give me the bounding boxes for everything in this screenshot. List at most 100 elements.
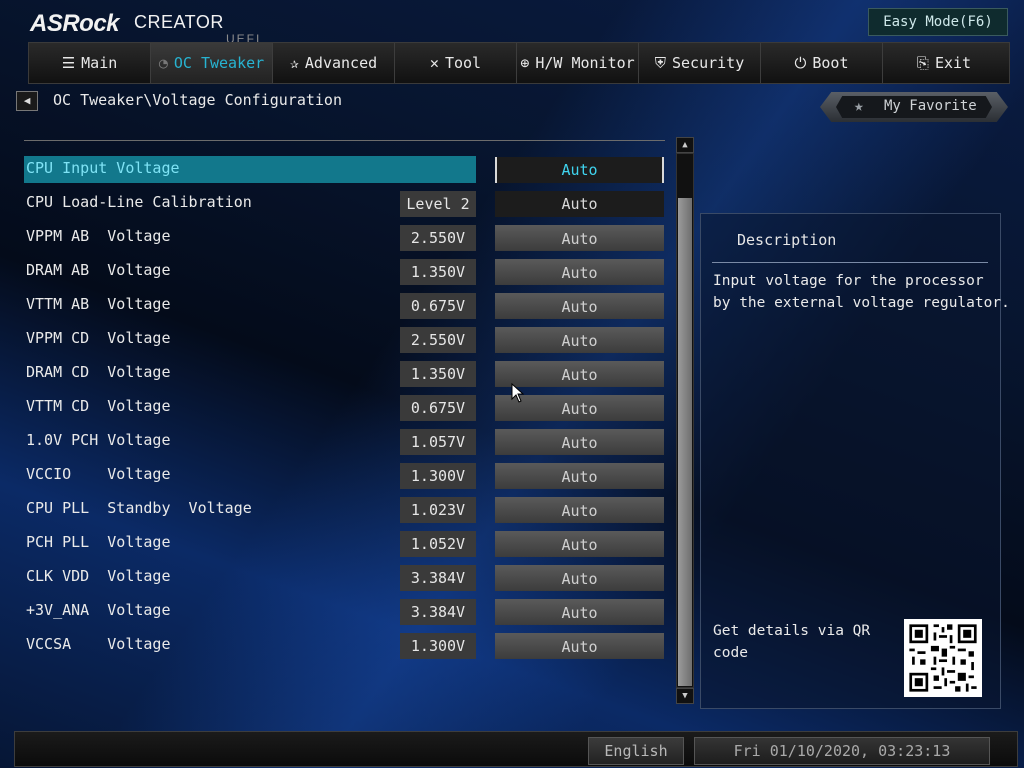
meter-icon: ◔ [158, 54, 168, 72]
setting-row-vppm-cd[interactable]: VPPM CD Voltage 2.550V Auto [24, 325, 665, 353]
setting-name: VTTM CD Voltage [26, 397, 171, 415]
breadcrumb: OC Tweaker\Voltage Configuration [53, 91, 342, 109]
setting-value-selector[interactable]: Auto [495, 293, 664, 319]
setting-current-value: 1.023V [400, 497, 476, 523]
tab-label: Advanced [304, 54, 378, 72]
setting-row-vppm-ab[interactable]: VPPM AB Voltage 2.550V Auto [24, 223, 665, 251]
setting-row-vttm-cd[interactable]: VTTM CD Voltage 0.675V Auto [24, 393, 665, 421]
tab-security[interactable]: ⛨ Security [639, 43, 761, 83]
qr-details-text: Get details via QR code [713, 623, 871, 661]
back-button[interactable]: ◀ [16, 91, 38, 111]
setting-value-selector[interactable]: Auto [495, 497, 664, 523]
tab-advanced[interactable]: ✰ Advanced [273, 43, 395, 83]
setting-value-selector[interactable]: Auto [495, 259, 664, 285]
setting-row-vccio[interactable]: VCCIO Voltage 1.300V Auto [24, 461, 665, 489]
setting-value-selector[interactable]: Auto [495, 225, 664, 251]
power-icon: ⏻ [794, 54, 807, 72]
scroll-up-button[interactable]: ▲ [676, 137, 694, 153]
tab-label: H/W Monitor [535, 54, 635, 72]
setting-value-selector[interactable]: Auto [495, 531, 664, 557]
mouse-cursor-icon [511, 382, 525, 403]
setting-value-selector[interactable]: Auto [495, 429, 664, 455]
setting-value-selector[interactable]: Auto [495, 191, 664, 217]
setting-name: DRAM CD Voltage [26, 363, 171, 381]
tab-oc-tweaker[interactable]: ◔ OC Tweaker [151, 43, 273, 83]
setting-row-3v-ana[interactable]: +3V_ANA Voltage 3.384V Auto [24, 597, 665, 625]
setting-current-value: 1.052V [400, 531, 476, 557]
list-icon: ☰ [61, 54, 76, 72]
tools-icon: ✕ [429, 54, 439, 72]
tab-exit[interactable]: ⎘ Exit [883, 43, 1005, 83]
setting-name: +3V_ANA Voltage [26, 601, 171, 619]
setting-current-value: 1.300V [400, 463, 476, 489]
setting-name: CPU PLL Standby Voltage [26, 499, 252, 517]
logo-asrock-text: ASRock [30, 10, 120, 37]
setting-current-value: Level 2 [400, 191, 476, 217]
setting-name: VTTM AB Voltage [26, 295, 171, 313]
setting-current-value: 0.675V [400, 395, 476, 421]
setting-value-selector[interactable]: Auto [495, 157, 664, 183]
tab-hw-monitor[interactable]: ⊕ H/W Monitor [517, 43, 639, 83]
setting-value-selector[interactable]: Auto [495, 565, 664, 591]
exit-icon: ⎘ [916, 54, 929, 72]
setting-name: CPU Load-Line Calibration [26, 193, 252, 211]
setting-current-value: 0.675V [400, 293, 476, 319]
tab-boot[interactable]: ⏻ Boot [761, 43, 883, 83]
description-divider [712, 262, 988, 263]
setting-row-clk-vdd[interactable]: CLK VDD Voltage 3.384V Auto [24, 563, 665, 591]
setting-name: DRAM AB Voltage [26, 261, 171, 279]
star-tool-icon: ✰ [289, 54, 299, 72]
setting-row-pch-pll[interactable]: PCH PLL Voltage 1.052V Auto [24, 529, 665, 557]
shield-icon: ⛨ [654, 54, 666, 72]
setting-current-value: 3.384V [400, 599, 476, 625]
tab-label: Main [81, 54, 118, 72]
setting-name: VCCSA Voltage [26, 635, 171, 653]
setting-row-cpu-llc[interactable]: CPU Load-Line Calibration Level 2 Auto [24, 189, 665, 217]
setting-row-vttm-ab[interactable]: VTTM AB Voltage 0.675V Auto [24, 291, 665, 319]
setting-row-dram-ab[interactable]: DRAM AB Voltage 1.350V Auto [24, 257, 665, 285]
tab-main[interactable]: ☰ Main [29, 43, 151, 83]
setting-current-value: 1.057V [400, 429, 476, 455]
qr-code-icon [904, 619, 982, 697]
setting-current-value: 2.550V [400, 225, 476, 251]
tab-label: Exit [934, 54, 972, 72]
list-divider [24, 140, 665, 141]
qr-code-graphic [904, 619, 982, 697]
setting-current-value: 3.384V [400, 565, 476, 591]
star-icon: ★ [854, 96, 864, 115]
setting-name: CLK VDD Voltage [26, 567, 171, 585]
favorite-label: My Favorite [884, 98, 977, 114]
setting-value-selector[interactable]: Auto [495, 599, 664, 625]
language-button[interactable]: English [588, 737, 684, 765]
setting-current-value: 1.350V [400, 259, 476, 285]
setting-value-selector[interactable]: Auto [495, 327, 664, 353]
setting-name: VCCIO Voltage [26, 465, 171, 483]
easy-mode-button[interactable]: Easy Mode(F6) [868, 8, 1008, 36]
setting-row-cpu-pll-standby[interactable]: CPU PLL Standby Voltage 1.023V Auto [24, 495, 665, 523]
setting-current-value: 1.300V [400, 633, 476, 659]
scroll-down-button[interactable]: ▼ [676, 688, 694, 704]
setting-row-cpu-input-voltage[interactable]: CPU Input Voltage Auto [24, 155, 665, 183]
setting-name: VPPM AB Voltage [26, 227, 171, 245]
tab-tool[interactable]: ✕ Tool [395, 43, 517, 83]
tab-label: Security [672, 54, 745, 72]
setting-row-vccsa[interactable]: VCCSA Voltage 1.300V Auto [24, 631, 665, 659]
description-text: Input voltage for the processor by the e… [713, 273, 1010, 311]
tab-label: Boot [812, 54, 849, 72]
setting-row-dram-cd[interactable]: DRAM CD Voltage 1.350V Auto [24, 359, 665, 387]
setting-value-selector[interactable]: Auto [495, 633, 664, 659]
setting-value-selector[interactable]: Auto [495, 463, 664, 489]
setting-current-value: 2.550V [400, 327, 476, 353]
setting-name: 1.0V PCH Voltage [26, 431, 171, 449]
logo-creator-text: CREATOR [134, 12, 224, 32]
tab-label: OC Tweaker [173, 54, 265, 72]
cursor-arrow-graphic [511, 382, 525, 403]
setting-name: CPU Input Voltage [26, 159, 180, 177]
my-favorite-button[interactable]: ★ My Favorite [820, 92, 1008, 122]
main-tab-bar: ☰ Main ◔ OC Tweaker ✰ Advanced ✕ Tool ⊕ … [28, 42, 1010, 84]
scrollbar-thumb[interactable] [678, 198, 692, 686]
setting-row-1v0-pch[interactable]: 1.0V PCH Voltage 1.057V Auto [24, 427, 665, 455]
monitor-icon: ⊕ [520, 54, 530, 72]
tab-label: Tool [444, 54, 482, 72]
description-title: Description [737, 231, 837, 249]
